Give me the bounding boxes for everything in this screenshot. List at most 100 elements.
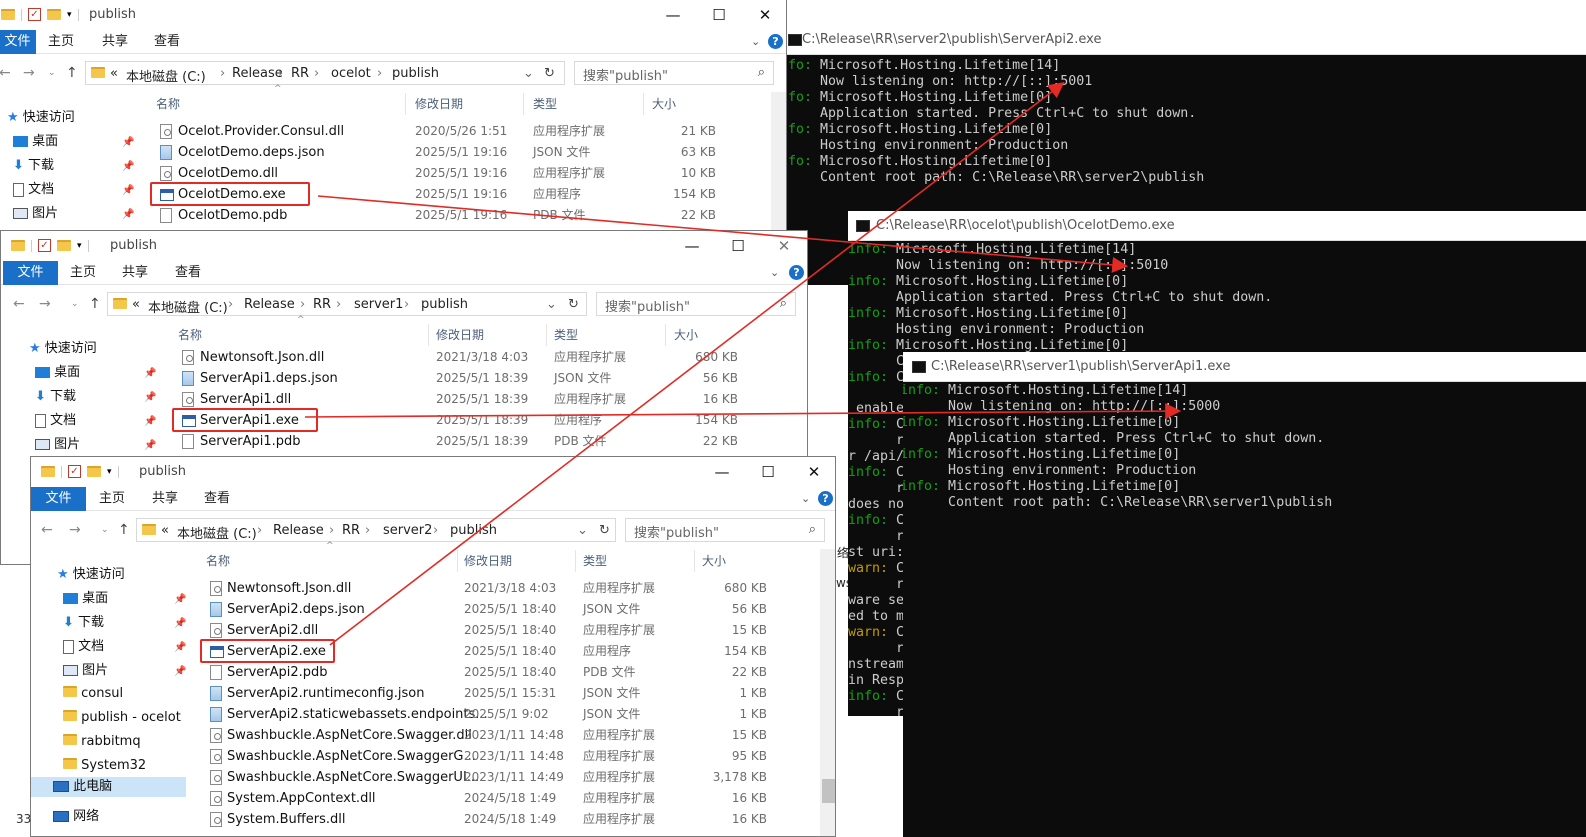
search-input[interactable]: 搜索"publish" ⌕ [596, 292, 796, 316]
tab-file[interactable]: 文件 [31, 487, 86, 511]
tab-share[interactable]: 共享 [149, 487, 181, 511]
recent-icon[interactable]: ⌄ [71, 299, 79, 309]
console-title-bar[interactable]: C:\Release\RR\ocelot\publish\OcelotDemo.… [848, 211, 1586, 241]
file-row[interactable]: System.Buffers.dll 2024/5/18 1:49 应用程序扩展 16… [31, 809, 835, 830]
address-bar[interactable]: « 本地磁盘 (C:) › Release › RR › ocelot › pu… [85, 61, 565, 85]
breadcrumb-item[interactable]: 本地磁盘 (C:) [126, 66, 206, 85]
column-header-date[interactable]: 修改日期 [464, 550, 512, 572]
file-row[interactable]: ServerApi2.staticwebassets.endpoints... 2… [31, 704, 835, 725]
column-header-size[interactable]: 大小 [674, 324, 698, 346]
file-row[interactable]: ServerApi1.dll 2025/5/1 18:39 应用程序扩展 16 KB [1, 389, 807, 410]
file-row[interactable]: Swashbuckle.AspNetCore.SwaggerUI... 2023/… [31, 767, 835, 788]
new-folder-icon[interactable] [57, 240, 71, 251]
refresh-icon[interactable]: ↻ [599, 523, 610, 538]
file-row[interactable]: ServerApi2.pdb 2025/5/1 18:40 PDB 文件 22 KB [31, 662, 835, 683]
back-icon[interactable]: ← [41, 522, 53, 538]
file-row[interactable]: Swashbuckle.AspNetCore.Swagger.dll 2023/1… [31, 725, 835, 746]
refresh-icon[interactable]: ↻ [544, 66, 555, 81]
refresh-icon[interactable]: ↻ [568, 297, 579, 312]
breadcrumb-item[interactable]: Release [232, 66, 283, 81]
tab-share[interactable]: 共享 [119, 261, 151, 285]
title-bar[interactable]: ✓ ▾ publish — ☐ ✕ [31, 457, 835, 487]
maximize-button[interactable]: ☐ [715, 231, 761, 261]
expand-ribbon-icon[interactable]: ⌄ [801, 492, 810, 505]
title-bar[interactable]: ✓ ▾ publish — ☐ ✕ [1, 231, 807, 261]
expand-ribbon-icon[interactable]: ⌄ [770, 266, 779, 279]
forward-icon[interactable]: → [23, 65, 35, 81]
file-row[interactable]: ServerApi2.exe 2025/5/1 18:40 应用程序 154 KB [31, 641, 835, 662]
search-input[interactable]: 搜索"publish" ⌕ [574, 61, 774, 85]
column-header-type[interactable]: 类型 [533, 93, 557, 115]
back-icon[interactable]: ← [13, 296, 25, 312]
minimize-button[interactable]: — [699, 457, 745, 487]
console-title-bar[interactable]: C:\Release\RR\server1\publish\ServerApi1… [903, 352, 1586, 382]
breadcrumb-item[interactable]: ocelot [331, 66, 371, 81]
column-header-type[interactable]: 类型 [554, 324, 578, 346]
recent-icon[interactable]: ⌄ [48, 68, 56, 78]
breadcrumb-item[interactable]: RR [342, 523, 360, 538]
console-window-server1[interactable]: C:\Release\RR\server1\publish\ServerApi1… [903, 352, 1586, 837]
file-row[interactable]: ServerApi1.pdb 2025/5/1 18:39 PDB 文件 22 KB [1, 431, 807, 452]
maximize-button[interactable]: ☐ [696, 0, 742, 30]
up-icon[interactable]: ↑ [89, 296, 101, 312]
breadcrumb-item[interactable]: Release [273, 523, 324, 538]
breadcrumb-item[interactable]: RR [291, 66, 309, 81]
file-row[interactable]: ServerApi2.deps.json 2025/5/1 18:40 JSON 文… [31, 599, 835, 620]
customize-toolbar-icon[interactable]: ▾ [107, 467, 112, 477]
new-folder-icon[interactable] [87, 466, 101, 477]
breadcrumb-item[interactable]: publish [421, 297, 468, 312]
column-header-size[interactable]: 大小 [702, 550, 726, 572]
close-button[interactable]: ✕ [742, 0, 786, 30]
tab-home[interactable]: 主页 [67, 261, 99, 285]
expand-ribbon-icon[interactable]: ⌄ [751, 35, 760, 48]
minimize-button[interactable]: — [650, 0, 696, 30]
address-dropdown-icon[interactable]: ⌄ [546, 297, 557, 312]
file-row[interactable]: OcelotDemo.deps.json 2025/5/1 19:16 JSON 文… [0, 142, 786, 163]
properties-icon[interactable]: ✓ [28, 8, 41, 21]
breadcrumb-item[interactable]: Release [244, 297, 295, 312]
customize-toolbar-icon[interactable]: ▾ [67, 10, 72, 20]
explorer-window-server2[interactable]: ✓ ▾ publish — ☐ ✕ 文件 主页 共享 查看 ⌄ ? ← → ⌄ … [30, 456, 836, 837]
breadcrumb-item[interactable]: RR [313, 297, 331, 312]
up-icon[interactable]: ↑ [118, 522, 130, 538]
file-row[interactable]: ServerApi1.deps.json 2025/5/1 18:39 JSON 文… [1, 368, 807, 389]
help-icon[interactable]: ? [768, 34, 783, 49]
maximize-button[interactable]: ☐ [745, 457, 791, 487]
tab-view[interactable]: 查看 [151, 30, 183, 54]
forward-icon[interactable]: → [39, 296, 51, 312]
file-row[interactable]: ServerApi2.runtimeconfig.json 2025/5/1 15… [31, 683, 835, 704]
address-bar[interactable]: « 本地磁盘 (C:) › Release › RR › server2 › p… [136, 518, 616, 542]
file-row[interactable]: OcelotDemo.exe 2025/5/1 19:16 应用程序 154 KB [0, 184, 786, 205]
address-dropdown-icon[interactable]: ⌄ [577, 523, 588, 538]
new-folder-icon[interactable] [47, 9, 61, 20]
column-header-type[interactable]: 类型 [583, 550, 607, 572]
console-title-bar[interactable]: C:\Release\RR\server2\publish\ServerApi2… [786, 25, 1586, 55]
help-icon[interactable]: ? [789, 265, 804, 280]
tab-view[interactable]: 查看 [172, 261, 204, 285]
close-button[interactable]: ✕ [791, 457, 835, 487]
file-row[interactable]: System.AppContext.dll 2024/5/18 1:49 应用程序扩… [31, 788, 835, 809]
title-bar[interactable]: ✓ ▾ publish — ☐ ✕ [0, 0, 786, 30]
file-row[interactable]: Swashbuckle.AspNetCore.SwaggerG... 2023/1… [31, 746, 835, 767]
file-row[interactable]: Newtonsoft.Json.dll 2021/3/18 4:03 应用程序扩展 6… [1, 347, 807, 368]
customize-toolbar-icon[interactable]: ▾ [77, 241, 82, 251]
tab-file[interactable]: 文件 [3, 261, 58, 285]
breadcrumb-item[interactable]: 本地磁盘 (C:) [177, 523, 257, 542]
explorer-window-ocelot[interactable]: ✓ ▾ publish — ☐ ✕ 文件 主页 共享 查看 ⌄ ? ← → ⌄ … [0, 0, 787, 232]
breadcrumb-item[interactable]: publish [450, 523, 497, 538]
column-header-name[interactable]: 名称 [178, 324, 202, 346]
breadcrumb-item[interactable]: 本地磁盘 (C:) [148, 297, 228, 316]
address-dropdown-icon[interactable]: ⌄ [523, 66, 534, 81]
file-row[interactable]: ServerApi2.dll 2025/5/1 18:40 应用程序扩展 15 KB [31, 620, 835, 641]
breadcrumb-item[interactable]: server2 [383, 523, 432, 538]
tab-view[interactable]: 查看 [201, 487, 233, 511]
column-header-date[interactable]: 修改日期 [415, 93, 463, 115]
breadcrumb-item[interactable]: server1 [354, 297, 403, 312]
back-icon[interactable]: ← [0, 65, 11, 81]
search-input[interactable]: 搜索"publish" ⌕ [625, 518, 825, 542]
minimize-button[interactable]: — [669, 231, 715, 261]
recent-icon[interactable]: ⌄ [101, 525, 109, 535]
column-header-date[interactable]: 修改日期 [436, 324, 484, 346]
tab-file[interactable]: 文件 [0, 30, 36, 54]
file-row[interactable]: Newtonsoft.Json.dll 2021/3/18 4:03 应用程序扩展 6… [31, 578, 835, 599]
